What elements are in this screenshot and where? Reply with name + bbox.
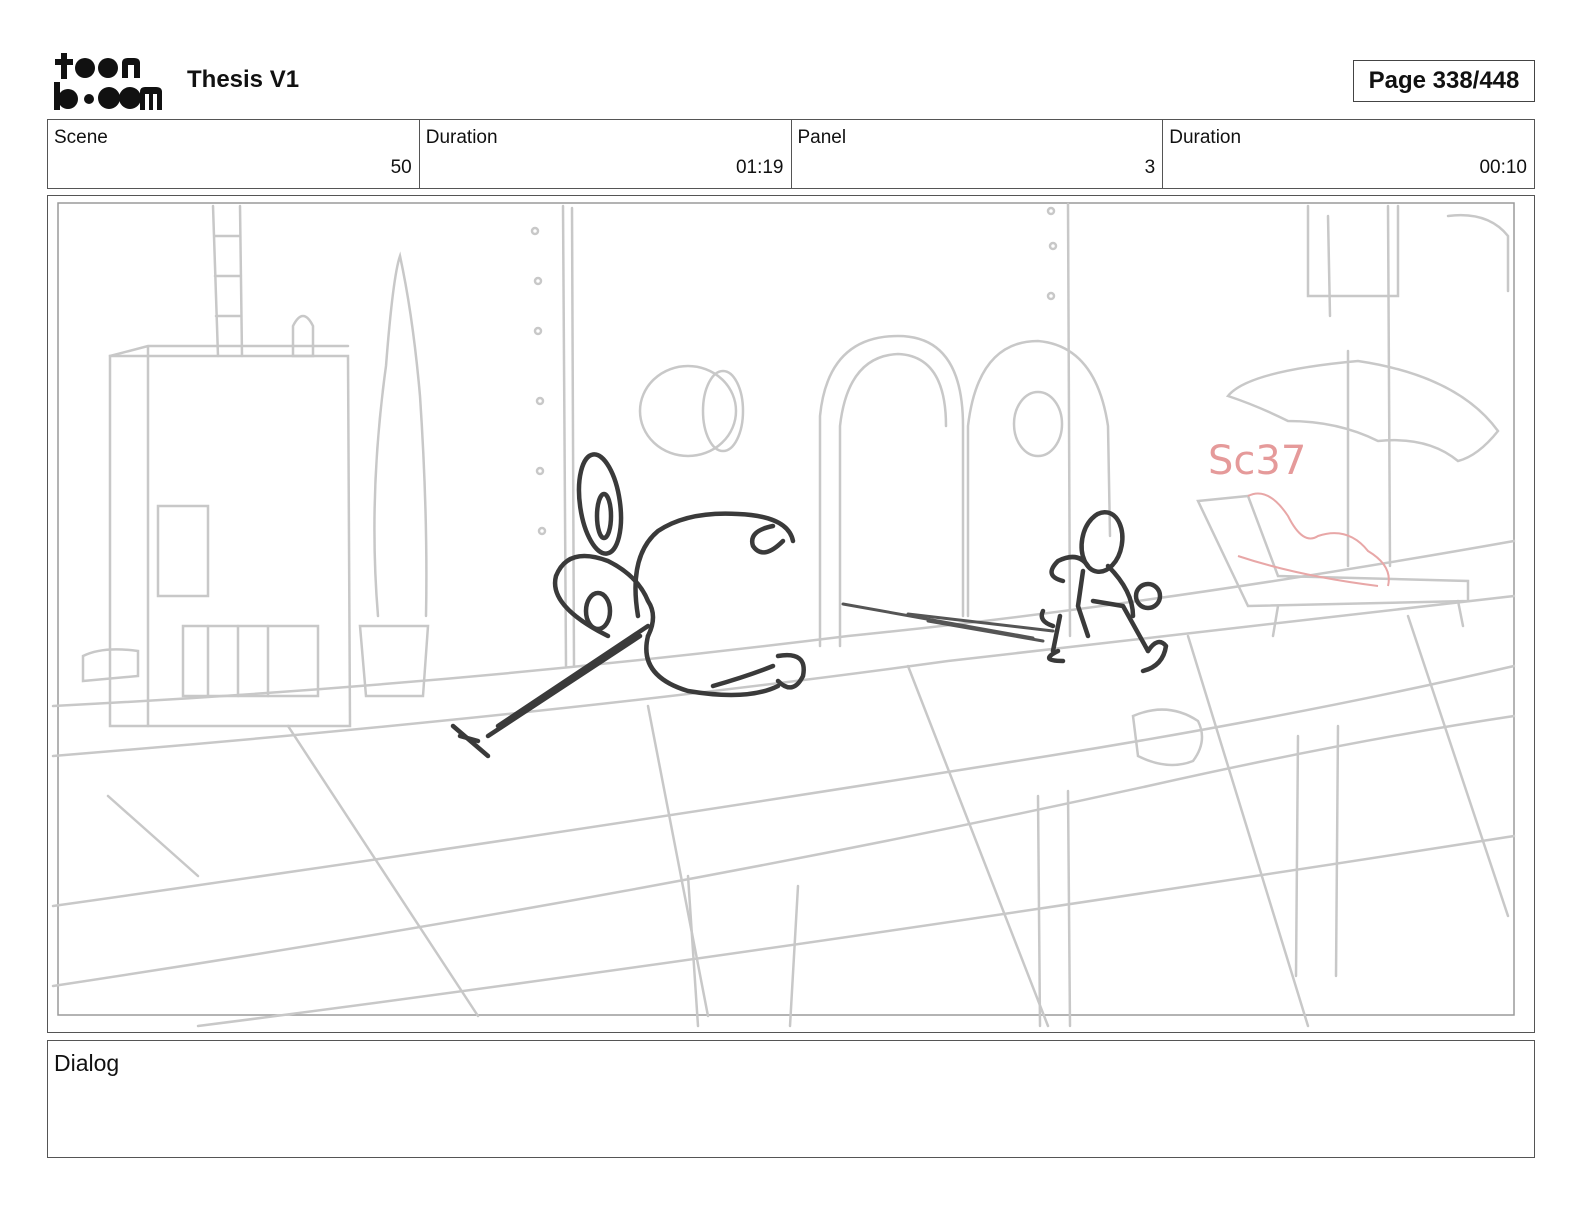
toon-boom-logo — [52, 50, 164, 112]
red-sketch — [1237, 492, 1390, 587]
storyboard-panel: Sc37 — [47, 195, 1535, 1033]
characters-sketch — [450, 452, 1169, 759]
dialog-label: Dialog — [54, 1050, 120, 1076]
panel-sketch: Sc37 — [51, 202, 1516, 1028]
scene-duration-label: Duration — [425, 127, 498, 148]
background-sketch — [51, 202, 1516, 1028]
panel-duration-cell: Duration 00:10 — [1163, 120, 1534, 188]
page-indicator: Page 338/448 — [1353, 60, 1535, 102]
panel-duration-value: 00:10 — [1479, 157, 1527, 178]
dialog-box: Dialog — [47, 1040, 1535, 1158]
sketch-note: Sc37 — [1208, 438, 1306, 484]
panel-duration-label: Duration — [1169, 127, 1242, 148]
panel-value: 3 — [1144, 157, 1156, 178]
speed-lines — [841, 602, 1055, 643]
panel-cell: Panel 3 — [792, 120, 1164, 188]
scene-cell: Scene 50 — [48, 120, 420, 188]
scene-label: Scene — [54, 127, 108, 148]
scene-value: 50 — [390, 157, 412, 178]
info-row: Scene 50 Duration 01:19 Panel 3 Duration… — [47, 119, 1535, 189]
project-title: Thesis V1 — [187, 66, 300, 93]
panel-label: Panel — [797, 127, 847, 148]
scene-duration-cell: Duration 01:19 — [420, 120, 792, 188]
scene-duration-value: 01:19 — [735, 157, 784, 178]
